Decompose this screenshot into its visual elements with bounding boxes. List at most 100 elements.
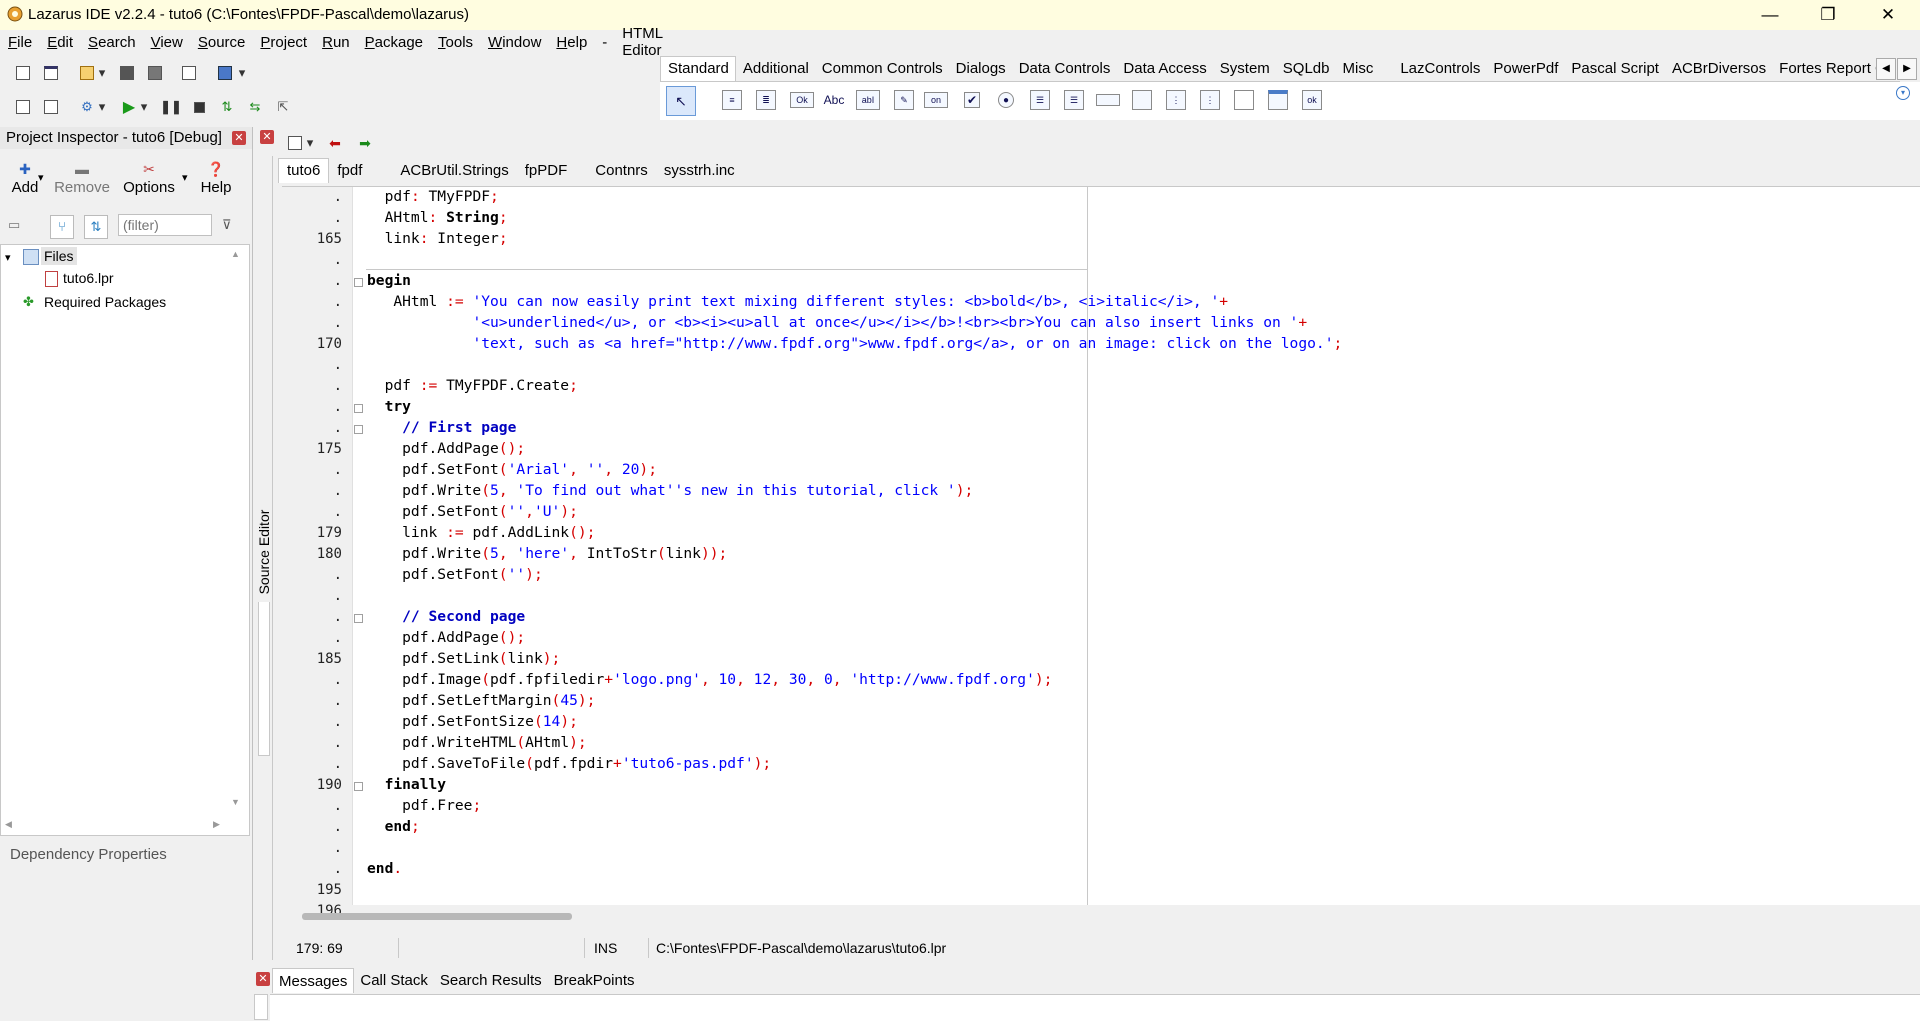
palette-tab-data-access[interactable]: Data Access — [1116, 57, 1212, 81]
scrollbar-icon[interactable] — [1096, 94, 1120, 106]
fold-marker-icon[interactable] — [354, 278, 363, 287]
editor-menu-icon[interactable] — [284, 132, 306, 154]
options-button[interactable]: ✂ Options — [118, 161, 180, 196]
palette-tab-common-controls[interactable]: Common Controls — [815, 57, 949, 81]
pointer-icon[interactable]: ↖ — [666, 86, 696, 116]
popup-menu-icon[interactable]: ≣ — [756, 90, 776, 110]
files-expand-icon[interactable]: ▾ — [5, 251, 11, 264]
step-over-icon[interactable]: ⇆ — [244, 96, 266, 118]
menu-tools[interactable]: Tools — [430, 34, 480, 51]
editor-menu-dropdown-icon[interactable]: ▾ — [304, 132, 316, 154]
run-dropdown-icon[interactable]: ▾ — [138, 96, 150, 118]
help-button[interactable]: ❓ Help — [196, 161, 236, 196]
tree-scroll-left-icon[interactable]: ◀ — [5, 819, 12, 830]
toggle-box-icon[interactable]: on — [924, 92, 948, 108]
groupbox-icon[interactable] — [1132, 90, 1152, 110]
tab-fppdf[interactable]: fpPDF — [517, 159, 588, 183]
tree-scroll-down-icon[interactable]: ▼ — [231, 797, 240, 807]
tree-node-tuto6-lpr[interactable]: tuto6.lpr — [63, 270, 114, 286]
fold-marker-icon[interactable] — [354, 782, 363, 791]
palette-tab-powerpdf[interactable]: PowerPdf — [1486, 57, 1564, 81]
run-icon[interactable]: ▶ — [118, 96, 140, 118]
build-dropdown-icon[interactable]: ▾ — [96, 96, 108, 118]
palette-scroll-left-icon[interactable]: ◀ — [1876, 58, 1896, 80]
show-directory-hierarchy-icon[interactable]: ⑂ — [50, 215, 74, 239]
tree-scroll-up-icon[interactable]: ▲ — [231, 249, 240, 259]
tab-contnrs[interactable]: Contnrs — [587, 159, 656, 183]
stop-icon[interactable] — [188, 96, 210, 118]
palette-tab-data-controls[interactable]: Data Controls — [1012, 57, 1117, 81]
combobox-icon[interactable]: ☰ — [1064, 90, 1084, 110]
palette-tab-lazcontrols[interactable]: LazControls — [1393, 57, 1486, 81]
main-menu-icon[interactable]: ≡ — [722, 90, 742, 110]
button-icon[interactable]: Ok — [790, 92, 814, 108]
view-units-icon[interactable] — [12, 96, 34, 118]
step-out-icon[interactable]: ⇱ — [272, 96, 294, 118]
menu-search[interactable]: Search — [80, 34, 143, 51]
menu-source[interactable]: Source — [190, 34, 253, 51]
toggle-form-unit-icon[interactable] — [178, 62, 200, 84]
radio-button-icon[interactable]: ● — [998, 92, 1014, 108]
menu-project[interactable]: Project — [252, 34, 314, 51]
save-all-icon[interactable] — [144, 62, 166, 84]
tree-scroll-right-icon[interactable]: ▶ — [213, 819, 220, 830]
tab-messages[interactable]: Messages — [272, 967, 355, 993]
palette-tab-acbrdiversos[interactable]: ACBrDiversos — [1665, 57, 1772, 81]
tab-sysstrh-inc[interactable]: sysstrh.inc — [656, 159, 743, 183]
close-icon[interactable]: ✕ — [232, 131, 246, 145]
open-dropdown-icon[interactable]: ▾ — [96, 62, 108, 84]
jump-forward-icon[interactable]: ➡ — [354, 132, 376, 154]
menu-edit[interactable]: Edit — [39, 34, 80, 51]
fold-marker-icon[interactable] — [354, 425, 363, 434]
view-dropdown-icon[interactable]: ▾ — [236, 62, 248, 84]
action-list-icon[interactable]: ok — [1302, 90, 1322, 110]
tree-node-files[interactable]: Files — [41, 247, 77, 265]
menu-file[interactable]: File — [0, 34, 39, 51]
build-icon[interactable]: ⚙ — [76, 96, 98, 118]
edit-icon[interactable]: abI — [856, 90, 880, 110]
tab-breakpoints[interactable]: BreakPoints — [548, 968, 641, 992]
restore-button[interactable]: ❐ — [1803, 0, 1853, 30]
save-icon[interactable] — [116, 62, 138, 84]
menu-view[interactable]: View — [143, 34, 190, 51]
new-form-icon[interactable] — [40, 62, 62, 84]
menu-window[interactable]: Window — [480, 34, 548, 51]
sort-alphabetically-icon[interactable]: ⇅ — [84, 215, 108, 239]
open-icon[interactable] — [76, 62, 98, 84]
menu-run[interactable]: Run — [314, 34, 357, 51]
palette-tab-dialogs[interactable]: Dialogs — [949, 57, 1012, 81]
pause-icon[interactable]: ❚❚ — [160, 96, 182, 118]
menu-help[interactable]: Help — [548, 34, 594, 51]
checkbox-icon[interactable]: ✔ — [964, 92, 980, 108]
palette-tab-standard[interactable]: Standard — [660, 56, 736, 81]
view-forms-icon[interactable] — [214, 62, 236, 84]
panel-icon[interactable] — [1234, 90, 1254, 110]
close-source-editor-icon[interactable]: ✕ — [260, 130, 274, 144]
jump-back-icon[interactable]: ⬅ — [324, 132, 346, 154]
listbox-icon[interactable]: ☰ — [1030, 90, 1050, 110]
code-editor[interactable]: .. 165.... 170.... 175... 179 180.... 185.....… — [282, 186, 1920, 920]
minimize-button[interactable]: — — [1745, 0, 1795, 30]
step-into-icon[interactable]: ⇅ — [216, 96, 238, 118]
remove-button[interactable]: ▬ Remove — [52, 161, 112, 196]
palette-options-icon[interactable]: ▾ — [1896, 86, 1910, 100]
tab-acbrutil-strings[interactable]: ACBrUtil.Strings — [392, 159, 516, 183]
checkgroup-icon[interactable]: ⋮ — [1200, 90, 1220, 110]
new-unit-icon[interactable] — [12, 62, 34, 84]
palette-tab-sqldb[interactable]: SQLdb — [1276, 57, 1336, 81]
close-button[interactable]: ✕ — [1863, 0, 1913, 30]
tree-node-required-packages[interactable]: Required Packages — [44, 294, 166, 310]
menu-package[interactable]: Package — [357, 34, 430, 51]
tab-tuto6[interactable]: tuto6 — [278, 158, 330, 183]
close-messages-icon[interactable]: ✕ — [256, 972, 270, 986]
horizontal-scrollbar-thumb[interactable] — [302, 913, 572, 920]
palette-tab-misc[interactable]: Misc — [1336, 57, 1394, 81]
palette-tab-additional[interactable]: Additional — [736, 57, 815, 81]
radiogroup-icon[interactable]: ⋮ — [1166, 90, 1186, 110]
memo-icon[interactable]: ✎ — [894, 90, 914, 110]
open-file-icon[interactable]: ▭ — [8, 217, 26, 235]
fold-marker-icon[interactable] — [354, 614, 363, 623]
palette-tab-pascal-script[interactable]: Pascal Script — [1564, 57, 1665, 81]
frame-icon[interactable] — [1268, 90, 1288, 110]
add-dropdown-icon[interactable]: ▾ — [38, 171, 44, 184]
